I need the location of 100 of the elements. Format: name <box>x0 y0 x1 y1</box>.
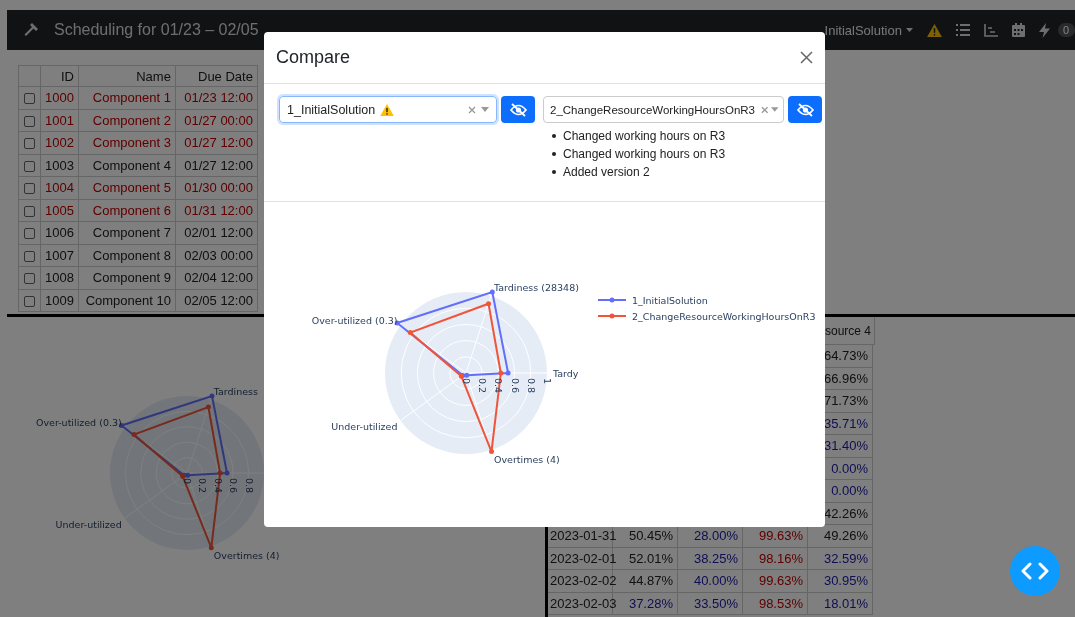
tick-label: 0.6 <box>509 378 521 394</box>
change-note: Changed working hours on R3 <box>563 129 726 143</box>
table-cell: 02/04 12:00 <box>175 266 258 289</box>
close-icon[interactable] <box>800 51 813 64</box>
table-cell: 32.59% <box>808 547 873 570</box>
tick-label: 0 <box>182 478 193 485</box>
axis-label: Tardiness <box>213 386 259 398</box>
row-checkbox[interactable] <box>24 183 35 195</box>
table-cell: 02/01 12:00 <box>175 221 258 244</box>
legend-label: 1_InitialSolution <box>632 295 708 306</box>
table-cell: 1005 <box>40 199 79 222</box>
table-cell: 99.63% <box>743 570 808 593</box>
table-cell: 40.00% <box>678 570 743 593</box>
table-cell: 1004 <box>40 176 79 199</box>
hammer-icon <box>23 22 39 38</box>
axis-label: Over-utilized (0.3) <box>311 315 398 327</box>
tick-label: 1 <box>542 378 553 385</box>
caret-icon[interactable] <box>771 107 779 112</box>
tick-label: 0.8 <box>243 478 255 494</box>
table-cell: 01/27 12:00 <box>175 154 258 177</box>
axis-label: Overtimes (4) <box>213 549 280 561</box>
bullet-icon <box>552 134 556 138</box>
notification-badge: 0 <box>1057 23 1075 37</box>
table-cell: Component 10 <box>78 289 176 312</box>
bullet-icon <box>552 170 556 174</box>
table-cell: 01/27 12:00 <box>175 131 258 154</box>
change-note: Added version 2 <box>563 165 650 179</box>
table-cell: Component 6 <box>78 199 176 222</box>
warning-icon[interactable] <box>926 23 942 37</box>
row-checkbox[interactable] <box>24 273 35 285</box>
table-cell: 02/03 00:00 <box>175 244 258 267</box>
table-cell: Component 2 <box>78 109 176 132</box>
solution-dropdown[interactable]: InitialSolution <box>824 22 913 38</box>
caret-icon[interactable] <box>481 107 489 112</box>
table-cell: 01/31 12:00 <box>175 199 258 222</box>
eye-slash-icon <box>509 102 527 117</box>
row-checkbox[interactable] <box>24 228 35 240</box>
table-cell: 33.50% <box>678 592 743 615</box>
table-cell: 1000 <box>40 86 79 109</box>
row-checkbox[interactable] <box>24 250 35 262</box>
table-cell: 98.53% <box>743 592 808 615</box>
row-checkbox[interactable] <box>24 115 35 127</box>
table-cell: 1009 <box>40 289 79 312</box>
column-header: Due Date <box>175 65 258 87</box>
table-cell: 1002 <box>40 131 79 154</box>
caret-icon <box>905 28 913 32</box>
tick-label: 0.2 <box>197 478 209 494</box>
app-title: Scheduling for 01/23 – 02/05 <box>54 21 259 39</box>
axis-label: Tardy <box>553 368 579 379</box>
row-checkbox[interactable] <box>24 160 35 172</box>
tick-label: 0.6 <box>228 478 240 494</box>
table-cell: Component 7 <box>78 221 176 244</box>
calendar-icon[interactable] <box>1011 23 1025 37</box>
table-cell: 18.01% <box>808 592 873 615</box>
table-cell: 1007 <box>40 244 79 267</box>
hide-button[interactable] <box>788 96 822 123</box>
table-cell: 1008 <box>40 266 79 289</box>
table-cell: Component 8 <box>78 244 176 267</box>
table-cell: 1006 <box>40 221 79 244</box>
clear-icon[interactable] <box>761 105 769 114</box>
tick-label: 0 <box>461 378 472 385</box>
axis-label: Under-utilized <box>55 518 122 530</box>
tick-label: 0.2 <box>477 378 489 394</box>
table-cell: Component 1 <box>78 86 176 109</box>
table-cell: 1003 <box>40 154 79 177</box>
table-cell: 01/30 00:00 <box>175 176 258 199</box>
table-cell: 1001 <box>40 109 79 132</box>
column-header: Name <box>78 65 176 87</box>
solution-select[interactable]: 2_ChangeResourceWorkingHoursOnR3 <box>543 96 784 123</box>
table-cell: Component 9 <box>78 266 176 289</box>
table-cell: Component 4 <box>78 154 176 177</box>
row-checkbox[interactable] <box>24 138 35 150</box>
axis-label: Over-utilized (0.3) <box>35 417 122 429</box>
axis-label: Tardiness (28348) <box>494 282 579 294</box>
table-cell: 98.16% <box>743 547 808 570</box>
table-cell: Component 3 <box>78 131 176 154</box>
table-cell: 38.25% <box>678 547 743 570</box>
table-cell: 02/05 12:00 <box>175 289 258 312</box>
bolt-icon[interactable] <box>1038 22 1050 38</box>
tick-label: 0.4 <box>493 378 505 394</box>
list-icon[interactable] <box>955 24 970 36</box>
table-cell: 01/27 00:00 <box>175 109 258 132</box>
axis-label: Overtimes (4) <box>494 453 560 465</box>
clear-icon[interactable] <box>468 105 476 114</box>
tick-label: 0.8 <box>525 378 537 394</box>
table-cell: 01/23 12:00 <box>175 86 258 109</box>
row-checkbox[interactable] <box>24 295 35 307</box>
table-cell: Component 5 <box>78 176 176 199</box>
row-checkbox[interactable] <box>24 205 35 217</box>
change-note: Changed working hours on R3 <box>563 147 726 161</box>
tick-label: 0.4 <box>212 478 224 494</box>
code-icon <box>1021 562 1049 580</box>
row-checkbox[interactable] <box>24 93 35 105</box>
solution-select[interactable]: 1_InitialSolution <box>279 96 497 123</box>
bullet-icon <box>552 152 556 156</box>
hide-button[interactable] <box>501 96 535 123</box>
column-header: ID <box>40 65 79 87</box>
axis-label: Under-utilized <box>331 420 398 432</box>
chart-icon[interactable] <box>983 23 998 37</box>
eye-slash-icon <box>796 102 814 117</box>
